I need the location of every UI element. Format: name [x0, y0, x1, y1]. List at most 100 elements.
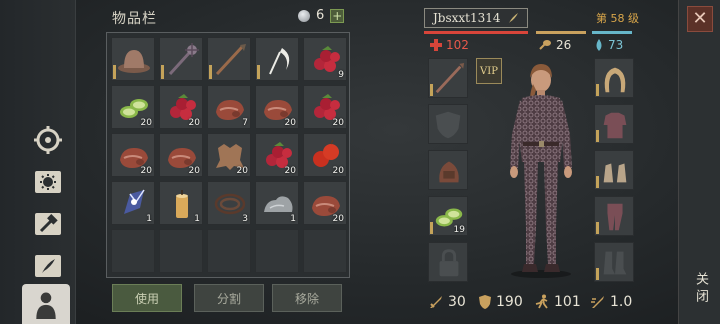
- durability-bar: [113, 65, 116, 79]
- thirst-value: 73: [608, 38, 624, 52]
- use-button[interactable]: 使用: [112, 284, 182, 312]
- equipment-slot-left[interactable]: [428, 104, 468, 144]
- shield-slot-icon: [435, 111, 461, 139]
- crafting-menu-button[interactable]: [28, 122, 68, 158]
- inventory-slot[interactable]: 20: [303, 85, 347, 129]
- inventory-slot[interactable]: 20: [255, 85, 299, 129]
- inventory-slot[interactable]: 1: [255, 181, 299, 225]
- character-name: Jbsxxt1314: [433, 11, 501, 25]
- item-count: 19: [453, 225, 465, 235]
- item-count: 1: [290, 214, 296, 224]
- character-menu-button-active[interactable]: [22, 284, 70, 324]
- currency-display: 6 +: [298, 8, 345, 23]
- inventory-slot[interactable]: [111, 37, 155, 81]
- equipment-slot-right[interactable]: [594, 242, 634, 282]
- empty-inventory-slot[interactable]: [111, 229, 155, 273]
- inventory-slot[interactable]: 20: [303, 133, 347, 177]
- inventory-slot[interactable]: 20: [255, 133, 299, 177]
- inventory-slot[interactable]: 20: [111, 85, 155, 129]
- inventory-slot[interactable]: 1: [159, 181, 203, 225]
- equipment-slot-right[interactable]: [594, 196, 634, 236]
- durability-bar: [596, 130, 599, 142]
- gloves-icon: [603, 163, 627, 183]
- speed-value: 101: [554, 294, 581, 310]
- inventory-slot[interactable]: 9: [303, 37, 347, 81]
- split-button[interactable]: 分割: [194, 284, 264, 312]
- item-count: 1: [146, 214, 152, 224]
- inventory-slot[interactable]: [255, 37, 299, 81]
- boots-icon: [603, 251, 627, 275]
- item-count: 3: [242, 214, 248, 224]
- empty-inventory-slot[interactable]: [159, 229, 203, 273]
- thirst-bar: [592, 31, 632, 34]
- item-count: 20: [188, 166, 200, 176]
- item-count: 9: [338, 70, 344, 80]
- edit-feather-icon: [508, 13, 518, 23]
- health-bar: [424, 31, 528, 34]
- running-man-icon: [535, 294, 548, 309]
- inventory-slot[interactable]: 20: [207, 133, 251, 177]
- sword-icon: [430, 296, 442, 308]
- chainmail-shirt-icon: [603, 112, 627, 139]
- inventory-slot[interactable]: 3: [207, 181, 251, 225]
- durability-bar: [209, 65, 212, 79]
- item-count: 20: [332, 166, 344, 176]
- durability-bar: [430, 222, 433, 234]
- thirst-stat: 73: [594, 38, 623, 52]
- equipment-slot-right[interactable]: [594, 150, 634, 190]
- spiked-mace-icon: [168, 43, 199, 76]
- item-count: 20: [284, 118, 296, 128]
- equipment-slot-right[interactable]: [594, 58, 634, 98]
- empty-inventory-slot[interactable]: [255, 229, 299, 273]
- inventory-slot[interactable]: 7: [207, 85, 251, 129]
- armor-stat: 190: [478, 294, 523, 310]
- inventory-slot[interactable]: [159, 37, 203, 81]
- hunger-value: 26: [556, 38, 572, 52]
- recipes-menu-button[interactable]: [28, 248, 68, 284]
- empty-inventory-slot[interactable]: [207, 229, 251, 273]
- water-drop-icon: [596, 39, 602, 51]
- equipment-slot-left[interactable]: [428, 58, 468, 98]
- remove-button[interactable]: 移除: [272, 284, 342, 312]
- inventory-slot[interactable]: 20: [159, 85, 203, 129]
- shield-icon: [479, 295, 491, 309]
- empty-inventory-slot[interactable]: [303, 229, 347, 273]
- durability-bar: [430, 84, 433, 96]
- item-count: 20: [332, 214, 344, 224]
- inventory-slot[interactable]: 20: [111, 133, 155, 177]
- health-stat: 102: [430, 38, 469, 52]
- compass-icon: [34, 126, 62, 154]
- item-count: 20: [188, 118, 200, 128]
- inventory-slot[interactable]: 1: [111, 181, 155, 225]
- attack-speed-stat: 1.0: [590, 294, 632, 310]
- close-icon[interactable]: ✕: [687, 6, 713, 32]
- inventory-title: 物品栏: [112, 11, 157, 27]
- close-label[interactable]: 关闭: [691, 272, 710, 306]
- spear-slot-icon: [435, 62, 465, 94]
- item-count: 20: [332, 118, 344, 128]
- leather-hat-icon: [118, 50, 150, 73]
- durability-bar: [596, 176, 599, 188]
- build-menu-button[interactable]: [28, 206, 68, 242]
- health-cross-icon: [430, 39, 442, 51]
- attack-stat: 30: [428, 294, 466, 310]
- add-currency-button[interactable]: +: [330, 8, 345, 23]
- equipment-slot-right[interactable]: [594, 104, 634, 144]
- hammer-icon: [35, 213, 61, 235]
- inventory-slot[interactable]: 20: [159, 133, 203, 177]
- equipment-slot-left[interactable]: [428, 150, 468, 190]
- inventory-screen: 物品栏 6 + 9 20 20 7 20 20 20 20 20 20 20 1 1 3 1 20 使用 分割…: [0, 0, 720, 324]
- close-panel[interactable]: ✕ 关闭: [678, 0, 720, 324]
- leggings-icon: [607, 203, 623, 231]
- hunger-bar: [536, 31, 586, 34]
- durability-bar: [257, 65, 260, 79]
- equipment-slot-left[interactable]: 19: [428, 196, 468, 236]
- equipment-slot-left[interactable]: [428, 242, 468, 282]
- swift-sword-icon: [591, 296, 604, 308]
- inventory-slot[interactable]: 20: [303, 181, 347, 225]
- character-level: 第 58 级: [596, 12, 639, 25]
- character-name-tag[interactable]: Jbsxxt1314: [424, 8, 528, 28]
- inventory-slot[interactable]: [207, 37, 251, 81]
- skills-menu-button[interactable]: [28, 164, 68, 200]
- durability-bar: [596, 222, 599, 234]
